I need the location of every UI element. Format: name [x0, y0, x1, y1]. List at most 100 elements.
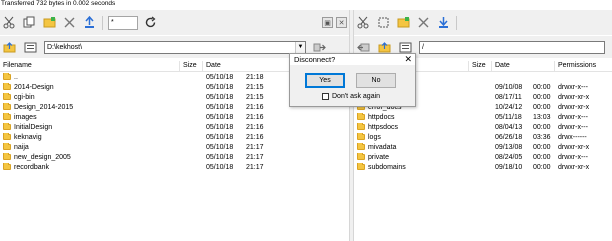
list-item[interactable]: logs 06/26/18 03:36 drwx------ — [354, 133, 612, 143]
file-name: keknavig — [14, 134, 42, 141]
file-time: 21:15 — [246, 94, 264, 101]
list-item[interactable]: httpdocs 05/11/18 13:03 drwxr-x--- — [354, 113, 612, 123]
file-name: naija — [14, 144, 29, 151]
file-time: 21:16 — [246, 124, 264, 131]
file-permissions: drwxr-xr-x — [558, 94, 590, 101]
column-date[interactable]: Date — [492, 61, 555, 72]
folder-icon — [3, 103, 11, 110]
folder-icon — [3, 163, 11, 170]
column-permissions[interactable]: Permissions — [555, 61, 612, 72]
file-date: 05/10/18 — [206, 114, 234, 121]
list-item[interactable]: new_design_2005 05/10/18 21:17 — [0, 153, 349, 163]
remote-path-input[interactable]: / — [419, 40, 605, 54]
list-item[interactable]: httpsdocs 08/04/13 00:00 drwxr-x--- — [354, 123, 612, 133]
file-date: 08/24/05 — [495, 154, 523, 161]
cut-icon[interactable] — [2, 15, 17, 30]
dont-ask-row[interactable]: Don't ask again — [290, 88, 415, 100]
new-folder-icon[interactable] — [42, 15, 57, 30]
file-date: 10/24/12 — [495, 104, 523, 111]
file-name: cgi-bin — [14, 94, 35, 101]
folder-icon — [3, 123, 11, 130]
file-date: 08/17/11 — [495, 94, 522, 101]
column-size[interactable]: Size — [180, 61, 203, 72]
delete-icon[interactable] — [62, 15, 77, 30]
file-time: 00:00 — [533, 94, 551, 101]
file-name: images — [14, 114, 37, 121]
new-folder-icon[interactable] — [396, 15, 411, 30]
file-time: 21:16 — [246, 114, 264, 121]
remote-path-text: / — [422, 43, 424, 51]
file-time: 13:03 — [533, 114, 551, 121]
file-time: 21:16 — [246, 104, 264, 111]
file-name: httpdocs — [368, 114, 395, 121]
file-permissions: drwxr-x--- — [558, 124, 588, 131]
file-date: 05/10/18 — [206, 94, 234, 101]
folder-icon — [357, 153, 365, 160]
folder-up-icon[interactable] — [2, 40, 17, 55]
file-time: 21:15 — [246, 84, 264, 91]
close-icon[interactable]: ✕ — [336, 17, 347, 28]
local-path-input[interactable]: D:\kekhost\ ▼ — [44, 40, 306, 54]
file-name: Design_2014-2015 — [14, 104, 74, 111]
list-item[interactable]: images 05/10/18 21:16 — [0, 113, 349, 123]
filter-input[interactable]: * — [108, 15, 138, 30]
copy-icon[interactable] — [22, 15, 37, 30]
file-date: 05/10/18 — [206, 144, 234, 151]
file-date: 09/10/08 — [495, 84, 523, 91]
folder-icon — [357, 143, 365, 150]
file-date: 09/13/08 — [495, 144, 523, 151]
file-name: subdomains — [368, 164, 406, 171]
list-item[interactable]: subdomains 09/18/10 00:00 drwxr-xr-x — [354, 163, 612, 173]
list-item[interactable]: naija 05/10/18 21:17 — [0, 143, 349, 153]
column-filename[interactable]: Filename — [0, 61, 180, 72]
file-name: private — [368, 154, 390, 161]
close-icon[interactable]: ✕ — [404, 54, 412, 65]
file-name: logs — [368, 134, 381, 141]
chevron-down-icon[interactable]: ▼ — [295, 41, 305, 53]
restore-icon[interactable]: ▣ — [322, 17, 333, 28]
file-permissions: drwxr-x--- — [558, 114, 588, 121]
yes-button[interactable]: Yes — [305, 73, 345, 88]
no-button[interactable]: No — [356, 73, 396, 88]
file-name: recordbank — [14, 164, 50, 171]
download-icon[interactable] — [436, 15, 451, 30]
cut-icon[interactable] — [356, 15, 371, 30]
bookmark-icon[interactable] — [23, 40, 38, 55]
file-time: 00:00 — [533, 164, 551, 171]
file-name: httpsdocs — [368, 124, 398, 131]
file-name: new_design_2005 — [14, 154, 71, 161]
list-item[interactable]: private 08/24/05 00:00 drwxr-x--- — [354, 153, 612, 163]
dont-ask-checkbox[interactable] — [322, 93, 329, 100]
list-item[interactable]: mivadata 09/13/08 00:00 drwxr-xr-x — [354, 143, 612, 153]
select-icon[interactable] — [376, 15, 391, 30]
folder-icon — [357, 123, 365, 130]
refresh-icon[interactable] — [143, 15, 158, 30]
column-size[interactable]: Size — [469, 61, 492, 72]
file-permissions: drwx------ — [558, 134, 587, 141]
file-time: 03:36 — [533, 134, 551, 141]
delete-icon[interactable] — [416, 15, 431, 30]
dialog-buttons: Yes No — [290, 65, 415, 88]
file-date: 05/10/18 — [206, 154, 234, 161]
file-date: 05/10/18 — [206, 124, 234, 131]
file-time: 21:17 — [246, 164, 264, 171]
file-time: 00:00 — [533, 104, 551, 111]
file-time: 21:18 — [246, 74, 264, 81]
file-date: 05/11/18 — [495, 114, 522, 121]
list-item[interactable]: recordbank 05/10/18 21:17 — [0, 163, 349, 173]
file-name: .. — [14, 74, 18, 81]
upload-icon[interactable] — [82, 15, 97, 30]
file-time: 21:17 — [246, 144, 264, 151]
file-date: 09/18/10 — [495, 164, 523, 171]
file-permissions: drwxr-x--- — [558, 84, 588, 91]
status-line: Transferred 732 bytes in 0.002 seconds — [1, 0, 116, 7]
list-item[interactable]: InitialDesign 05/10/18 21:16 — [0, 123, 349, 133]
file-time: 00:00 — [533, 84, 551, 91]
dialog-title: Disconnect? — [294, 55, 336, 64]
toolbar-separator — [456, 15, 457, 30]
folder-icon — [357, 163, 365, 170]
file-time: 00:00 — [533, 144, 551, 151]
file-date: 08/04/13 — [495, 124, 523, 131]
local-path-text: D:\kekhost\ — [47, 43, 83, 51]
list-item[interactable]: keknavig 05/10/18 21:16 — [0, 133, 349, 143]
